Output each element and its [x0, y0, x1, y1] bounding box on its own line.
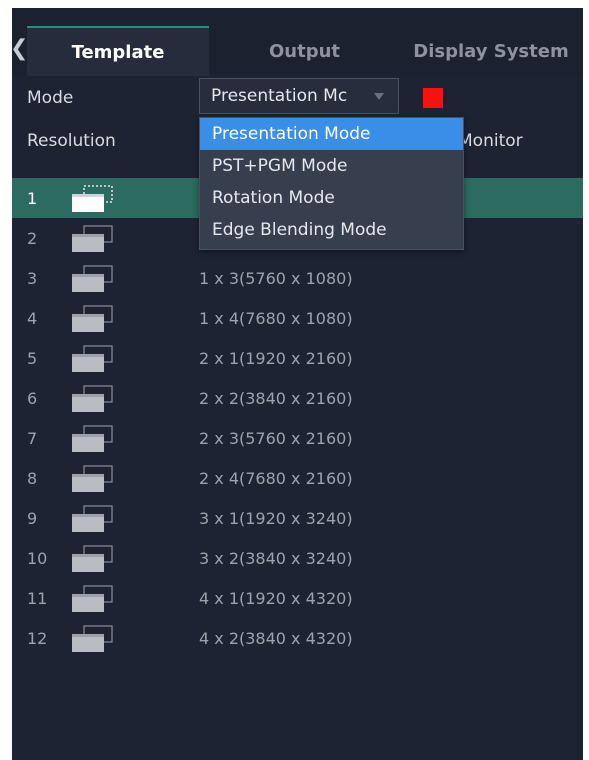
row-number: 12: [27, 629, 48, 648]
layout-template-icon: [70, 585, 114, 613]
row-number: 3: [27, 269, 38, 288]
row-resolution: 2 x 4(7680 x 2160): [199, 469, 353, 488]
mode-option[interactable]: Edge Blending Mode: [200, 214, 463, 246]
layout-template-icon: [70, 625, 114, 653]
tab-display-system[interactable]: Display System: [396, 26, 583, 76]
row-number: 7: [27, 429, 38, 448]
table-row[interactable]: 11 4 x 1(1920 x 4320): [12, 578, 583, 618]
table-row[interactable]: 7 2 x 3(5760 x 2160): [12, 418, 583, 458]
layout-template-icon: [70, 185, 114, 213]
layout-template-icon: [70, 305, 114, 333]
row-number: 8: [27, 469, 38, 488]
table-row[interactable]: 3 1 x 3(5760 x 1080): [12, 258, 583, 298]
tab-output[interactable]: Output: [217, 26, 392, 76]
layout-template-icon: [70, 265, 114, 293]
mode-select-value: Presentation Mc: [211, 86, 348, 106]
row-number: 11: [27, 589, 48, 608]
layout-template-icon: [70, 505, 114, 533]
layout-template-icon: [70, 545, 114, 573]
mode-dropdown-menu: Presentation Mode PST+PGM Mode Rotation Mo…: [199, 117, 464, 250]
mode-label: Mode: [27, 88, 74, 108]
row-resolution: 2 x 1(1920 x 2160): [199, 349, 353, 368]
table-row[interactable]: 8 2 x 4(7680 x 2160): [12, 458, 583, 498]
table-row[interactable]: 12 4 x 2(3840 x 4320): [12, 618, 583, 658]
template-panel: ❮ Template Output Display System Mode Pr…: [12, 8, 583, 760]
row-number: 5: [27, 349, 38, 368]
table-row[interactable]: 5 2 x 1(1920 x 2160): [12, 338, 583, 378]
row-number: 9: [27, 509, 38, 528]
table-row[interactable]: 10 3 x 2(3840 x 3240): [12, 538, 583, 578]
chevron-down-icon: [374, 93, 384, 100]
row-resolution: 3 x 1(1920 x 3240): [199, 509, 353, 528]
row-number: 6: [27, 389, 38, 408]
chevron-left-icon[interactable]: ❮: [12, 38, 28, 60]
row-resolution: 2 x 2(3840 x 2160): [199, 389, 353, 408]
row-number: 4: [27, 309, 38, 328]
tab-bar: ❮ Template Output Display System: [12, 8, 583, 76]
row-resolution: 1 x 4(7680 x 1080): [199, 309, 353, 328]
row-resolution: 4 x 2(3840 x 4320): [199, 629, 353, 648]
tab-template[interactable]: Template: [27, 26, 209, 76]
row-number: 10: [27, 549, 48, 568]
mode-select[interactable]: Presentation Mc: [199, 78, 399, 114]
mode-option[interactable]: Rotation Mode: [200, 182, 463, 214]
row-resolution: 1 x 3(5760 x 1080): [199, 269, 353, 288]
layout-template-icon: [70, 345, 114, 373]
layout-template-icon: [70, 225, 114, 253]
color-swatch[interactable]: [423, 88, 443, 108]
row-resolution: 4 x 1(1920 x 4320): [199, 589, 353, 608]
table-row[interactable]: 9 3 x 1(1920 x 3240): [12, 498, 583, 538]
mode-option[interactable]: PST+PGM Mode: [200, 150, 463, 182]
layout-template-icon: [70, 465, 114, 493]
row-number: 1: [27, 189, 38, 208]
table-row[interactable]: 4 1 x 4(7680 x 1080): [12, 298, 583, 338]
layout-template-icon: [70, 425, 114, 453]
table-row[interactable]: 6 2 x 2(3840 x 2160): [12, 378, 583, 418]
layout-template-icon: [70, 385, 114, 413]
resolution-label: Resolution: [27, 131, 116, 151]
monitor-label: Monitor: [458, 131, 523, 151]
row-number: 2: [27, 229, 38, 248]
row-resolution: 3 x 2(3840 x 3240): [199, 549, 353, 568]
row-resolution: 2 x 3(5760 x 2160): [199, 429, 353, 448]
mode-option[interactable]: Presentation Mode: [200, 118, 463, 150]
